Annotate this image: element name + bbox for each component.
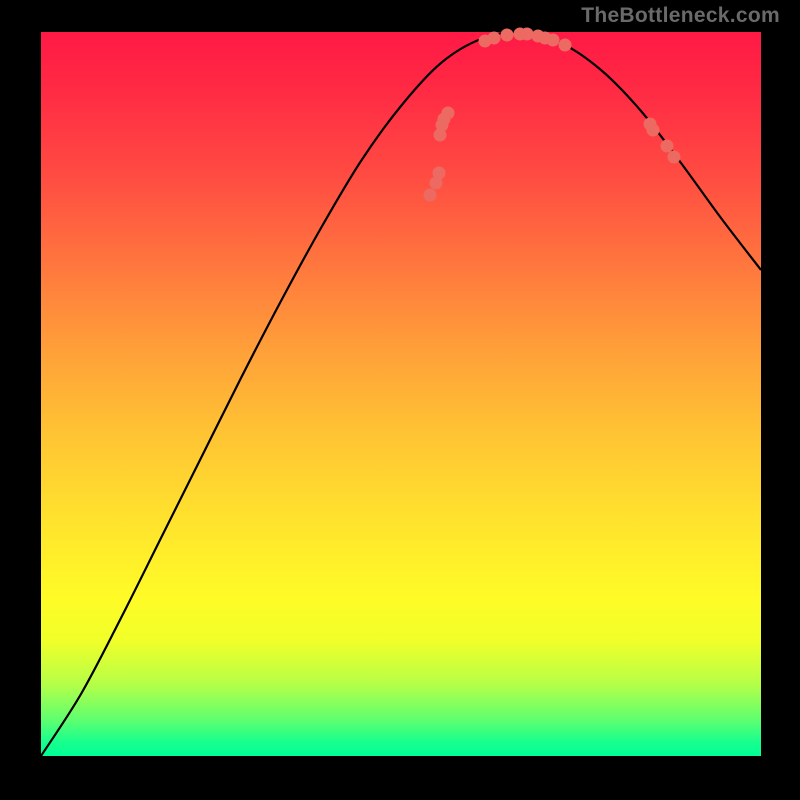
watermark-text: TheBottleneck.com [581, 4, 780, 28]
data-point [501, 29, 514, 42]
data-point [668, 151, 681, 164]
plot-area [41, 32, 761, 756]
data-point [442, 107, 455, 120]
data-point [433, 167, 446, 180]
data-point [547, 34, 560, 47]
bottleneck-curve [41, 32, 761, 756]
data-point [559, 39, 572, 52]
chart-svg [41, 32, 761, 756]
data-point [661, 140, 674, 153]
scatter-points [424, 28, 681, 202]
data-point [424, 189, 437, 202]
data-point [521, 28, 534, 41]
data-point [647, 124, 660, 137]
data-point [488, 32, 501, 45]
chart-frame: TheBottleneck.com [0, 0, 800, 800]
